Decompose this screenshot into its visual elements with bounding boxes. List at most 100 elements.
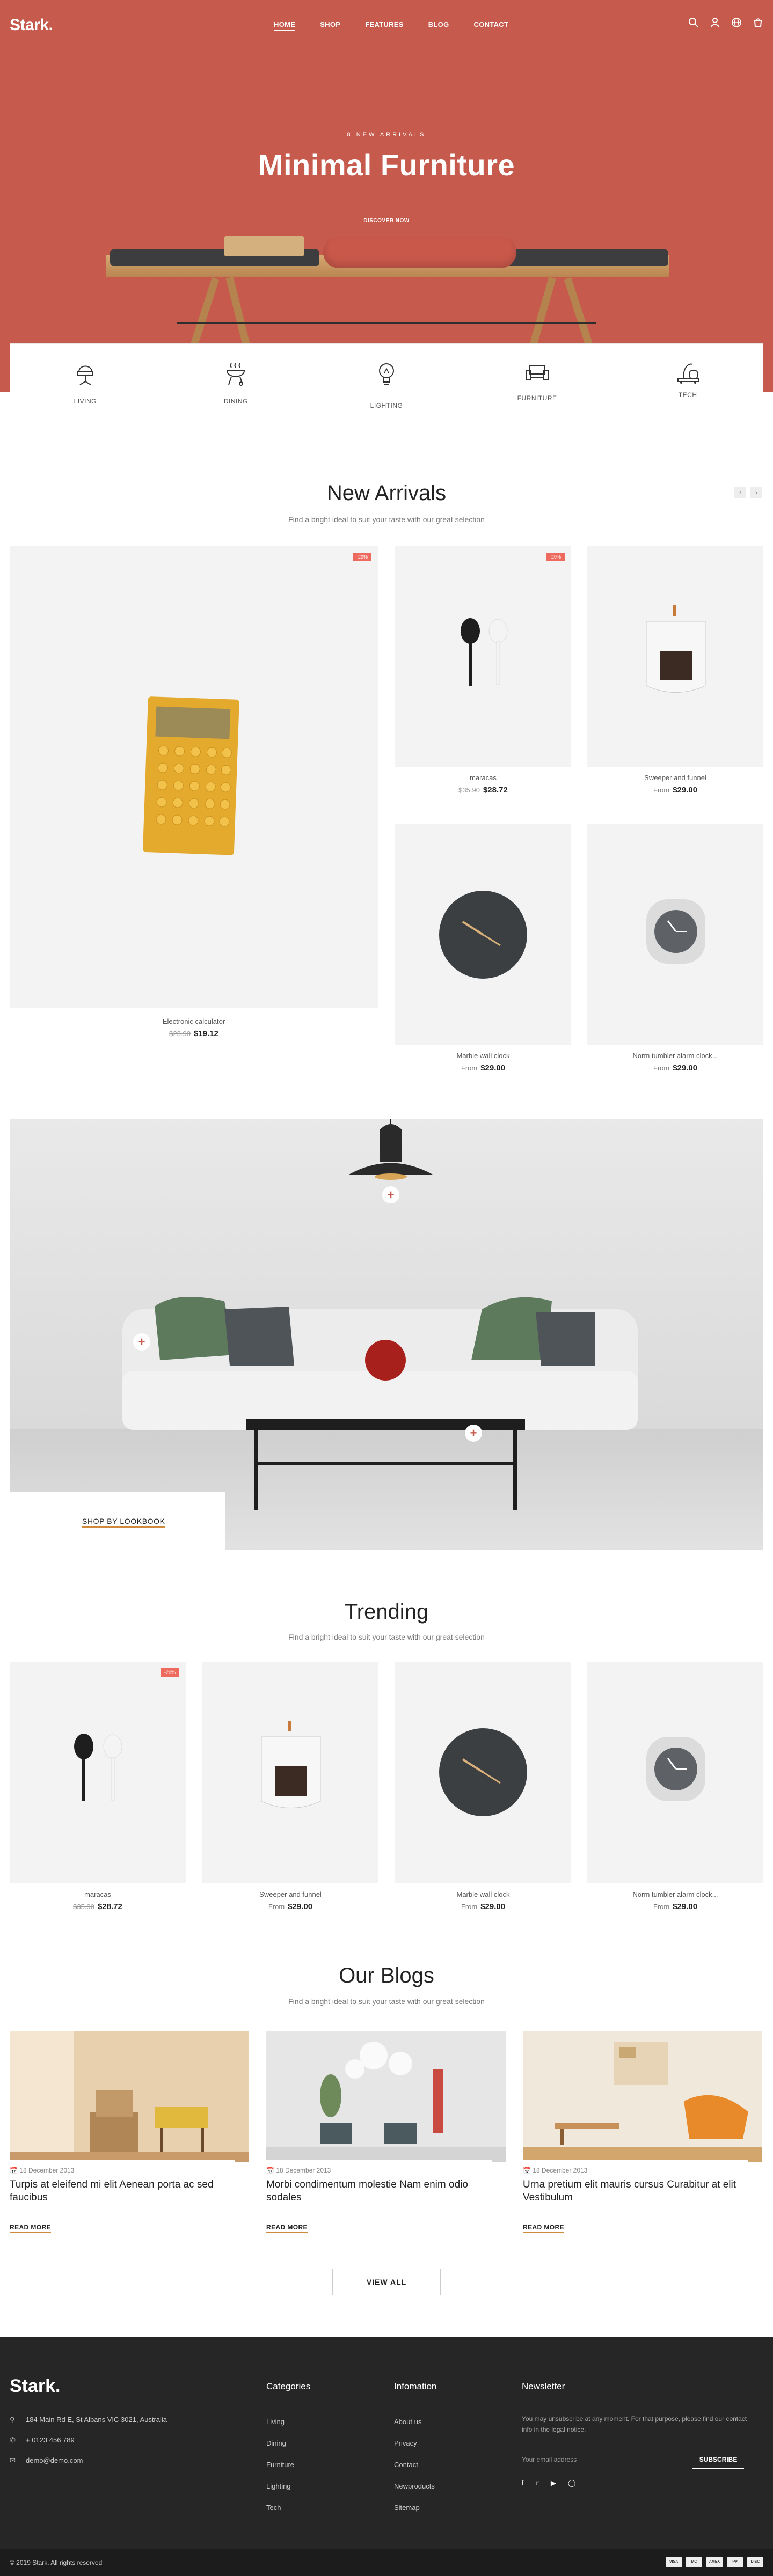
category-dining[interactable]: DINING — [161, 344, 312, 432]
next-arrow-icon[interactable]: › — [750, 487, 762, 498]
footer-link[interactable]: About us — [394, 2418, 421, 2426]
read-more-link[interactable]: READ MORE — [266, 2223, 308, 2233]
hero-title: Minimal Furniture — [258, 148, 515, 182]
hero-banner: Stark. HOME SHOP FEATURES BLOG CONTACT 8… — [0, 0, 773, 392]
product-card[interactable]: Sweeper and funnel From $29.00 — [202, 1662, 378, 1919]
nav-blog[interactable]: BLOG — [428, 20, 449, 31]
footer-logo[interactable]: Stark. — [10, 2376, 61, 2397]
blog-image[interactable] — [10, 2031, 249, 2162]
product-price: From $29.00 — [653, 1063, 698, 1073]
blog-image[interactable] — [266, 2031, 506, 2162]
product-image[interactable] — [395, 1662, 571, 1883]
product-card[interactable]: Marble wall clock From $29.00 — [395, 824, 571, 1082]
prev-arrow-icon[interactable]: ‹ — [734, 487, 746, 498]
discover-now-button[interactable]: DISCOVER NOW — [342, 209, 431, 233]
footer-link[interactable]: Privacy — [394, 2439, 417, 2447]
product-image[interactable] — [10, 546, 378, 1008]
category-label: TECH — [678, 391, 697, 399]
category-furniture[interactable]: FURNITURE — [462, 344, 613, 432]
view-all-button[interactable]: VIEW ALL — [332, 2269, 441, 2295]
footer-link[interactable]: Contact — [394, 2461, 418, 2469]
product-name[interactable]: Marble wall clock — [395, 1052, 571, 1060]
lookbook-hotspot[interactable]: + — [382, 1186, 399, 1203]
newsletter-email-input[interactable]: Your email address — [522, 2450, 691, 2469]
product-card[interactable]: -20% Electronic calculator $23.90 $19.12 — [10, 546, 378, 1045]
product-name[interactable]: maracas — [395, 774, 571, 782]
footer-link[interactable]: Living — [266, 2418, 285, 2426]
chair-icon — [71, 360, 99, 388]
search-icon[interactable] — [688, 17, 699, 28]
twitter-icon[interactable]: 𝕣 — [536, 2479, 539, 2487]
subscribe-button[interactable]: SUBSCRIBE — [692, 2450, 744, 2469]
footer-link[interactable]: Furniture — [266, 2461, 294, 2469]
youtube-icon[interactable]: ▶ — [551, 2479, 556, 2487]
product-card[interactable]: Sweeper and funnel From $29.00 — [587, 546, 763, 804]
page: Stark. HOME SHOP FEATURES BLOG CONTACT 8… — [0, 0, 773, 2576]
category-living[interactable]: LIVING — [10, 344, 161, 432]
product-image[interactable] — [587, 824, 763, 1045]
blog-image[interactable] — [523, 2031, 762, 2162]
nav-contact[interactable]: CONTACT — [474, 20, 509, 31]
product-name[interactable]: Marble wall clock — [395, 1890, 571, 1898]
product-card[interactable]: -20% maracas $35.90 $28.72 — [10, 1662, 186, 1919]
product-card[interactable]: Norm tumbler alarm clock... From $29.00 — [587, 1662, 763, 1919]
category-label: DINING — [223, 398, 248, 405]
product-image[interactable] — [587, 1662, 763, 1883]
instagram-icon[interactable]: ◯ — [568, 2479, 576, 2487]
footer-link[interactable]: Tech — [266, 2504, 281, 2512]
product-image[interactable] — [10, 1662, 186, 1883]
facebook-icon[interactable]: f — [522, 2479, 524, 2487]
product-image[interactable] — [395, 824, 571, 1045]
blog-title[interactable]: Turpis at eleifend mi elit Aenean porta … — [10, 2178, 235, 2204]
lookbook-hotspot[interactable]: + — [133, 1333, 150, 1351]
product-image[interactable] — [395, 546, 571, 767]
bench-crossbar — [177, 322, 596, 324]
user-icon[interactable] — [710, 17, 720, 28]
vacuum-icon — [674, 360, 702, 388]
hero-subtitle: 8 NEW ARRIVALS — [347, 131, 426, 138]
category-bar: LIVING DINING LIGHTING FURNITURE TECH — [10, 343, 763, 432]
product-card[interactable]: -20% maracas $35.90 $28.72 — [395, 546, 571, 804]
footer-email[interactable]: ✉ demo@demo.com — [10, 2456, 83, 2465]
footer-newsletter-title: Newsletter — [522, 2381, 565, 2391]
nav-shop[interactable]: SHOP — [320, 20, 340, 31]
blog-date: 📅 18 December 2013 — [266, 2167, 331, 2174]
product-price: $23.90 $19.12 — [169, 1029, 218, 1038]
cart-icon[interactable] — [753, 17, 763, 28]
blog-title[interactable]: Morbi condimentum molestie Nam enim odio… — [266, 2178, 492, 2204]
product-name[interactable]: maracas — [10, 1890, 186, 1898]
blog-title[interactable]: Urna pretium elit mauris cursus Curabitu… — [523, 2178, 748, 2204]
product-card[interactable]: Marble wall clock From $29.00 — [395, 1662, 571, 1919]
footer-link[interactable]: Newproducts — [394, 2482, 435, 2490]
product-name[interactable]: Norm tumbler alarm clock... — [587, 1052, 763, 1060]
footer-categories-title: Categories — [266, 2381, 311, 2391]
product-image[interactable] — [587, 546, 763, 767]
shop-by-lookbook-link[interactable]: SHOP BY LOOKBOOK — [82, 1517, 165, 1528]
globe-icon[interactable] — [731, 17, 742, 28]
category-tech[interactable]: TECH — [612, 344, 763, 432]
product-card[interactable]: Norm tumbler alarm clock... From $29.00 — [587, 824, 763, 1082]
blog-card: 📅 18 December 2013 Turpis at eleifend mi… — [10, 2160, 235, 2210]
read-more-link[interactable]: READ MORE — [523, 2223, 564, 2233]
product-name[interactable]: Sweeper and funnel — [587, 774, 763, 782]
lookbook-banner: + + + — [10, 1119, 763, 1550]
product-price: $35.90 $28.72 — [73, 1902, 122, 1911]
read-more-link[interactable]: READ MORE — [10, 2223, 51, 2233]
nav-features[interactable]: FEATURES — [365, 20, 404, 31]
visa-icon: VISA — [666, 2557, 682, 2567]
footer-link[interactable]: Lighting — [266, 2482, 291, 2490]
product-name[interactable]: Electronic calculator — [10, 1017, 378, 1025]
copyright-text: © 2019 Stark. All rights reserved — [10, 2559, 103, 2566]
nav-home[interactable]: HOME — [274, 20, 296, 31]
category-lighting[interactable]: LIGHTING — [311, 344, 462, 432]
product-name[interactable]: Norm tumbler alarm clock... — [587, 1890, 763, 1898]
footer-address: ⚲ 184 Main Rd E, St Albans VIC 3021, Aust… — [10, 2416, 167, 2424]
footer-link[interactable]: Dining — [266, 2439, 286, 2447]
discover-icon: DISC — [747, 2557, 763, 2567]
product-name[interactable]: Sweeper and funnel — [202, 1890, 378, 1898]
lookbook-hotspot[interactable]: + — [465, 1425, 482, 1442]
footer-link[interactable]: Sitemap — [394, 2504, 420, 2512]
site-logo[interactable]: Stark. — [10, 16, 53, 34]
product-image[interactable] — [202, 1662, 378, 1883]
category-label: LIGHTING — [370, 402, 403, 409]
